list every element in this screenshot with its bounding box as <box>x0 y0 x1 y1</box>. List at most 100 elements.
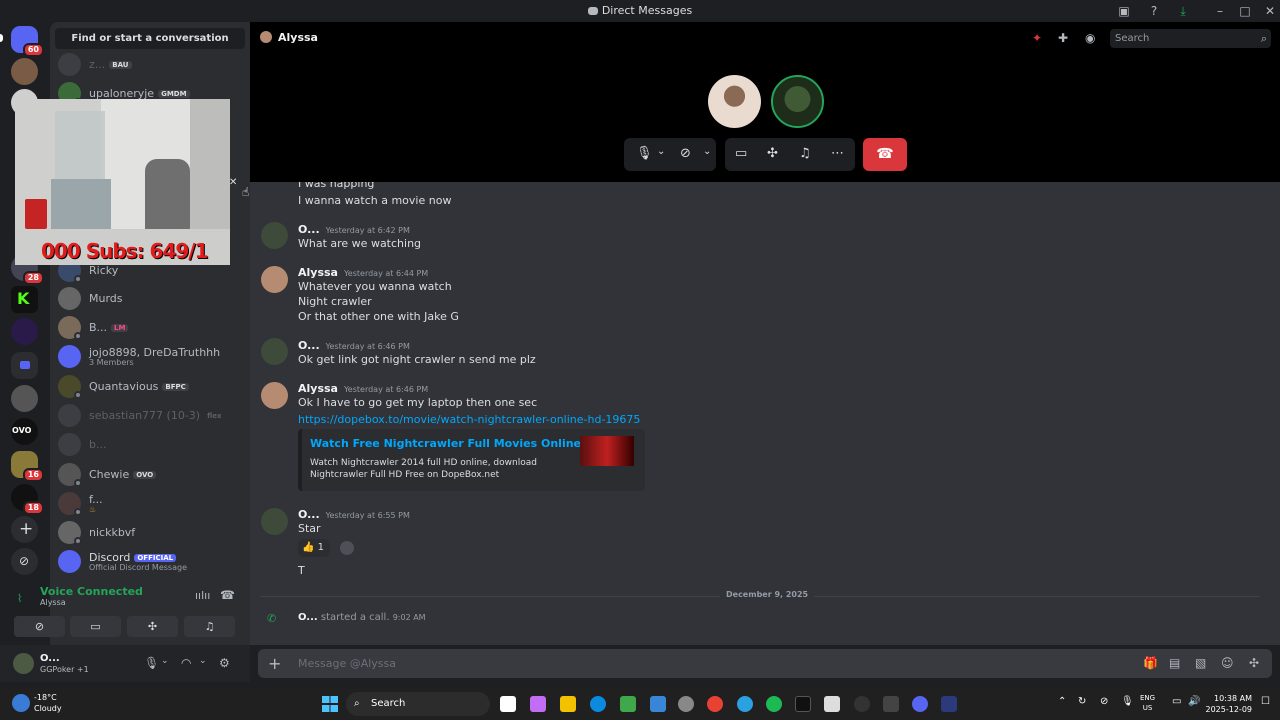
taskbar-app[interactable] <box>941 696 957 712</box>
maximize-button[interactable]: □ <box>1237 3 1253 19</box>
avatar[interactable] <box>13 653 34 674</box>
activities-button[interactable]: ✣ <box>127 616 178 637</box>
mic-control[interactable]: 🎙 ⌄ ⊘ ⌄ <box>624 138 716 171</box>
attach-button[interactable]: + <box>268 654 281 673</box>
picture-in-picture-video[interactable]: 000 Subs: 649/1 <box>15 99 230 265</box>
microphone-icon[interactable]: 🎙 <box>636 146 653 161</box>
ovo-server-icon[interactable]: OVO <box>11 418 38 445</box>
clock[interactable]: 10:38 AM 2025-12-09 <box>1204 693 1253 715</box>
server-icon[interactable] <box>11 58 38 85</box>
tiktok-icon[interactable] <box>795 696 811 712</box>
headphones-icon[interactable]: ◠ <box>181 656 191 670</box>
camera-off-icon[interactable]: ⊘ <box>680 146 691 161</box>
taskbar-app[interactable] <box>500 696 516 712</box>
avatar[interactable] <box>261 382 288 409</box>
dm-item[interactable]: nickkbvf <box>58 519 243 547</box>
participant-avatar[interactable] <box>771 75 824 128</box>
close-button[interactable]: ✕ <box>1262 3 1278 19</box>
message-author[interactable]: O... Yesterday at 6:55 PM <box>298 508 410 521</box>
avatar[interactable] <box>261 338 288 365</box>
screenshare-icon[interactable]: ▭ <box>735 146 747 161</box>
reaction-thumbs-up[interactable]: 👍 1 <box>298 539 330 557</box>
taskbar-app[interactable] <box>620 696 636 712</box>
spotify-icon[interactable] <box>766 696 782 712</box>
chrome-icon[interactable] <box>707 696 723 712</box>
volume-icon[interactable]: 🔊 <box>1188 696 1200 707</box>
close-icon[interactable]: ✕ <box>229 177 237 188</box>
embed-thumbnail[interactable] <box>580 436 634 466</box>
message-link[interactable]: https://dopebox.to/movie/watch-nightcraw… <box>298 413 640 426</box>
home-button[interactable]: 60 <box>11 26 44 57</box>
dm-item-discord[interactable]: Discord OFFICIAL Official Discord Message <box>58 548 243 576</box>
start-button[interactable] <box>322 696 338 712</box>
dm-item[interactable]: b... <box>58 431 243 459</box>
emoji-icon[interactable]: ☺ <box>1221 656 1234 670</box>
dm-item[interactable]: z... BAU <box>58 51 243 79</box>
microphone-icon[interactable]: 🎙 <box>1121 696 1134 707</box>
soundboard-icon[interactable]: ♫ <box>799 146 811 161</box>
server-icon[interactable] <box>11 385 38 412</box>
dm-item[interactable]: B... LM <box>58 314 243 342</box>
dm-item[interactable]: sebastian777 (10-3) flex <box>58 402 243 430</box>
taskbar-app[interactable] <box>650 696 666 712</box>
message-author[interactable]: Alyssa Yesterday at 6:46 PM <box>298 382 428 395</box>
gif-icon[interactable]: ▤ <box>1169 656 1180 670</box>
edge-icon[interactable] <box>590 696 606 712</box>
disconnect-icon[interactable]: ☎ <box>220 588 235 602</box>
taskbar-app[interactable] <box>854 696 870 712</box>
gift-icon[interactable]: 🎁 <box>1143 656 1158 670</box>
help-icon[interactable]: ? <box>1146 3 1162 19</box>
voice-status[interactable]: Voice Connected <box>40 585 143 598</box>
taskbar-app[interactable] <box>530 696 546 712</box>
chevron-down-icon[interactable]: ⌄ <box>161 656 169 666</box>
settings-icon[interactable] <box>678 696 694 712</box>
apps-icon[interactable]: ✣ <box>1249 656 1259 670</box>
screenshare-button[interactable]: ▭ <box>70 616 121 637</box>
discord-icon[interactable] <box>912 696 928 712</box>
chevron-down-icon[interactable]: ⌄ <box>199 656 207 666</box>
message-composer[interactable]: + Message @Alyssa 🎁 ▤ ▧ ☺ ✣ <box>258 649 1272 678</box>
taskbar-app[interactable] <box>824 696 840 712</box>
hang-up-button[interactable]: ☎ <box>863 138 907 171</box>
find-conversation-button[interactable]: Find or start a conversation <box>55 28 245 49</box>
activities-icon[interactable]: ✣ <box>767 146 778 161</box>
participant-avatar[interactable] <box>708 75 761 128</box>
soundboard-button[interactable]: ♫ <box>184 616 235 637</box>
avatar[interactable] <box>261 508 288 535</box>
weather-widget[interactable]: -18°C Cloudy <box>34 692 62 714</box>
discover-button[interactable]: ⊘ <box>11 548 38 575</box>
kick-server-icon[interactable]: K <box>11 286 38 313</box>
chevron-down-icon[interactable]: ⌄ <box>703 146 711 157</box>
inbox-icon[interactable]: ▣ <box>1116 3 1132 19</box>
dm-item[interactable]: f... ♨ <box>58 490 243 518</box>
microphone-icon[interactable]: 🎙 <box>144 656 159 670</box>
network-icon[interactable]: ▭ <box>1172 696 1181 707</box>
tray-icon[interactable]: ↻ <box>1078 696 1086 707</box>
weather-icon[interactable] <box>12 694 30 712</box>
language-indicator[interactable]: ENG US <box>1140 693 1155 713</box>
user-profile-icon[interactable]: ◉ <box>1085 31 1095 45</box>
telegram-icon[interactable] <box>737 696 753 712</box>
folder-icon[interactable] <box>11 352 38 379</box>
avatar[interactable] <box>261 222 288 249</box>
file-explorer-icon[interactable] <box>560 696 576 712</box>
taskbar-search[interactable]: ⌕ Search <box>346 692 490 716</box>
camera-button[interactable]: ⊘ <box>14 616 65 637</box>
embed-title[interactable]: Watch Free Nightcrawler Full Movies Onli… <box>310 437 581 450</box>
message-author[interactable]: Alyssa Yesterday at 6:44 PM <box>298 266 428 279</box>
search-input[interactable]: Search ⌕ <box>1110 29 1271 48</box>
dm-item[interactable]: Murds <box>58 285 243 313</box>
tray-icon[interactable]: ⊘ <box>1100 696 1108 707</box>
sticker-icon[interactable]: ▧ <box>1195 656 1206 670</box>
server-icon[interactable] <box>11 318 38 345</box>
dm-group-item[interactable]: jojo8898, DreDaTruthhh 3 Members <box>58 343 243 371</box>
message-author[interactable]: O... Yesterday at 6:46 PM <box>298 339 410 352</box>
noise-suppression-icon[interactable]: ıılıı <box>195 589 210 602</box>
chevron-down-icon[interactable]: ⌄ <box>657 146 665 157</box>
server-icon[interactable]: 16 <box>11 451 44 482</box>
add-reaction-icon[interactable] <box>340 541 354 555</box>
server-icon[interactable]: 18 <box>11 484 44 515</box>
taskbar-app[interactable] <box>883 696 899 712</box>
pin-icon[interactable]: ✦ <box>1032 31 1042 45</box>
dm-item[interactable]: Chewie OVO <box>58 461 243 489</box>
